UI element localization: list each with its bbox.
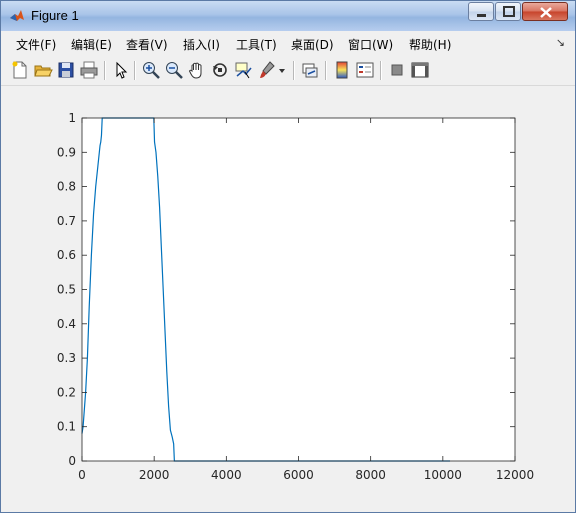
x-tick-label: 4000 <box>211 468 242 482</box>
window-title: Figure 1 <box>31 8 79 23</box>
legend-icon[interactable] <box>355 60 375 80</box>
data-cursor-icon[interactable] <box>233 60 253 80</box>
y-tick-label: 0.6 <box>57 248 76 262</box>
menu-help[interactable]: 帮助(H) <box>409 36 451 53</box>
y-tick-label: 0 <box>68 454 76 468</box>
maximize-button[interactable] <box>495 2 521 21</box>
zoom-out-icon[interactable] <box>164 60 184 80</box>
menu-tools[interactable]: 工具(T) <box>236 36 277 53</box>
menu-overflow-icon[interactable]: ↘ <box>556 36 565 49</box>
minimize-icon <box>477 14 486 17</box>
menu-desktop[interactable]: 桌面(D) <box>291 36 334 53</box>
y-tick-label: 0.4 <box>57 317 76 331</box>
link-plot-icon[interactable] <box>300 60 320 80</box>
x-tick-label: 8000 <box>355 468 386 482</box>
x-tick-label: 0 <box>78 468 86 482</box>
window-bottom-border <box>1 507 575 512</box>
title-bar[interactable]: Figure 1 <box>1 1 575 31</box>
figure-canvas: 0 2000 4000 6000 8000 10000 12000 0 0.1 0.2 0.3 0.4… <box>2 87 575 507</box>
figure-toolbar <box>1 56 575 86</box>
y-tick-label: 0.3 <box>57 351 76 365</box>
menu-window[interactable]: 窗口(W) <box>348 36 393 53</box>
y-tick-label: 1 <box>68 111 76 125</box>
colorbar-icon[interactable] <box>332 60 352 80</box>
toolbar-separator <box>134 61 136 80</box>
rotate-3d-icon[interactable] <box>210 60 230 80</box>
x-tick-label: 12000 <box>496 468 534 482</box>
toolbar-separator <box>104 61 106 80</box>
x-tick-label: 10000 <box>424 468 462 482</box>
menu-bar: 文件(F) 编辑(E) 查看(V) 插入(I) 工具(T) 桌面(D) 窗口(W… <box>1 31 575 55</box>
y-tick-label: 0.1 <box>57 420 76 434</box>
close-icon <box>540 7 552 18</box>
show-plot-tools-icon[interactable] <box>410 60 430 80</box>
x-tick-label: 6000 <box>283 468 314 482</box>
pointer-icon[interactable] <box>111 60 131 80</box>
menu-file[interactable]: 文件(F) <box>16 36 56 53</box>
open-file-icon[interactable] <box>33 60 53 80</box>
toolbar-separator <box>325 61 327 80</box>
y-tick-label: 0.9 <box>57 145 76 159</box>
y-tick-label: 0.7 <box>57 214 76 228</box>
menu-insert[interactable]: 插入(I) <box>183 36 220 53</box>
toolbar-separator <box>293 61 295 80</box>
menu-edit[interactable]: 编辑(E) <box>71 36 112 53</box>
plot-area <box>82 118 515 461</box>
toolbar-separator <box>380 61 382 80</box>
menu-view[interactable]: 查看(V) <box>126 36 168 53</box>
y-tick-label: 0.5 <box>57 283 76 297</box>
maximize-icon <box>503 6 515 17</box>
pan-icon[interactable] <box>187 60 207 80</box>
matlab-logo-icon <box>10 10 24 21</box>
line-chart: 0 2000 4000 6000 8000 10000 12000 0 0.1 0.2 0.3 0.4… <box>57 111 534 482</box>
zoom-in-icon[interactable] <box>141 60 161 80</box>
brush-dropdown-icon[interactable] <box>277 60 287 80</box>
save-icon[interactable] <box>56 60 76 80</box>
brush-icon[interactable] <box>257 60 277 80</box>
hide-plot-tools-icon[interactable] <box>387 60 407 80</box>
y-tick-label: 0.8 <box>57 180 76 194</box>
minimize-button[interactable] <box>468 2 494 21</box>
new-figure-icon[interactable] <box>10 60 30 80</box>
close-button[interactable] <box>522 2 568 21</box>
figure-window: Figure 1 文件(F) 编辑(E) 查看(V) 插入(I) 工具(T) 桌… <box>0 0 576 513</box>
print-icon[interactable] <box>79 60 99 80</box>
y-tick-label: 0.2 <box>57 385 76 399</box>
x-tick-label: 2000 <box>139 468 170 482</box>
